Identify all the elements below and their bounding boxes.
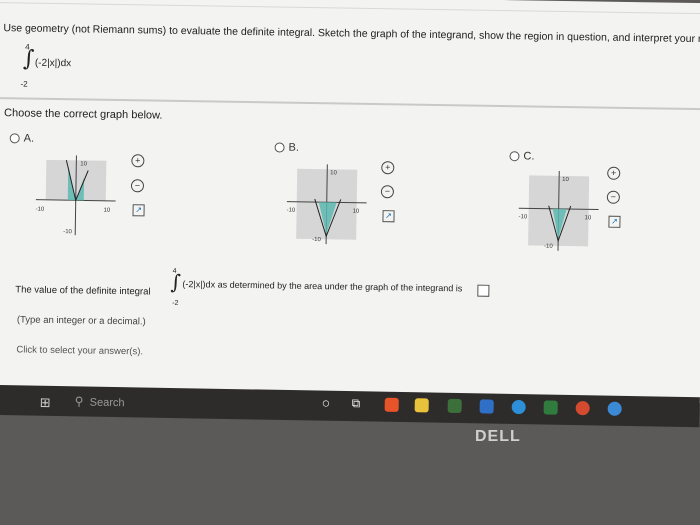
graph-option-c: 10 -10 10 -10 xyxy=(518,170,599,251)
option-a-label: A. xyxy=(23,132,35,145)
option-c-expand-icon[interactable]: ↗ xyxy=(608,215,621,228)
task-view-icon[interactable]: ⧉ xyxy=(352,396,361,411)
select-answer-note: Click to select your answer(s). xyxy=(16,344,144,358)
mail-icon[interactable] xyxy=(479,399,494,414)
option-a-radio[interactable] xyxy=(9,133,20,144)
option-b-zoom-in-icon[interactable]: + xyxy=(381,161,395,175)
option-c[interactable]: C. xyxy=(509,150,535,163)
option-c-radio[interactable] xyxy=(509,151,520,162)
graph-option-a: 10 -10 10 -10 xyxy=(36,155,116,236)
option-a-expand-icon[interactable]: ↗ xyxy=(132,204,145,217)
graph-a-xleft: -10 xyxy=(36,207,45,213)
graph-c-ytop: 10 xyxy=(562,177,569,183)
answer-input[interactable] xyxy=(477,284,490,297)
integral-lower-limit: -2 xyxy=(20,79,28,89)
answer-hint: (Type an integer or a decimal.) xyxy=(16,314,146,328)
answer-integral-integrand: (-2|x|)dx as determined by the area unde… xyxy=(182,278,463,294)
option-c-zoom-in-icon[interactable]: + xyxy=(607,166,621,180)
option-a-zoom-in-icon[interactable]: + xyxy=(131,154,145,168)
store-icon[interactable] xyxy=(447,398,462,414)
windows-start-icon[interactable]: ⊞ xyxy=(40,395,51,411)
option-b-label: B. xyxy=(288,141,300,154)
header-divider xyxy=(0,1,700,15)
graph-c-ybottom: -10 xyxy=(544,244,553,250)
cortana-icon[interactable]: ○ xyxy=(322,395,331,411)
office-icon[interactable] xyxy=(384,397,399,412)
chrome-icon[interactable] xyxy=(575,401,590,416)
option-b-radio[interactable] xyxy=(274,142,285,153)
graph-option-b: 10 -10 10 -10 xyxy=(287,164,367,245)
integral-integrand: (-2|x|)dx xyxy=(34,57,72,70)
graph-c-xleft: -10 xyxy=(518,214,527,220)
option-c-label: C. xyxy=(523,150,535,163)
dell-logo: DELL xyxy=(475,428,521,445)
graph-b-xright: 10 xyxy=(353,209,360,215)
answer-integral-sign: ∫ xyxy=(170,269,182,294)
value-prompt-before: The value of the definite integral xyxy=(15,284,151,298)
graph-a-xright: 10 xyxy=(104,208,111,214)
graph-b-ybottom: -10 xyxy=(312,237,321,243)
option-b[interactable]: B. xyxy=(274,141,300,154)
integral-sign: ∫ xyxy=(22,46,35,72)
graph-b-ytop: 10 xyxy=(330,170,337,176)
graph-a-ytop: 10 xyxy=(80,161,87,167)
edge-icon[interactable] xyxy=(511,399,526,415)
choose-label: Choose the correct graph below. xyxy=(4,107,163,122)
excel-icon[interactable] xyxy=(543,400,558,415)
value-prompt: The value of the definite integral xyxy=(15,284,150,297)
option-b-expand-icon[interactable]: ↗ xyxy=(382,210,395,223)
question-text: Use geometry (not Riemann sums) to evalu… xyxy=(3,22,700,46)
browser-screen: Use geometry (not Riemann sums) to evalu… xyxy=(0,0,700,404)
option-c-zoom-out-icon[interactable]: − xyxy=(606,190,620,204)
option-a[interactable]: A. xyxy=(9,132,35,145)
option-a-zoom-out-icon[interactable]: − xyxy=(130,179,145,193)
search-icon[interactable]: ⚲ xyxy=(75,394,84,408)
graph-b-xleft: -10 xyxy=(287,208,296,214)
value-prompt-after: as determined by the area under the grap… xyxy=(217,279,463,294)
graph-a-ybottom: -10 xyxy=(63,229,72,235)
answer-integral-lower: -2 xyxy=(172,299,179,307)
taskbar-search-input[interactable]: Search xyxy=(90,397,125,410)
option-b-zoom-out-icon[interactable]: − xyxy=(380,185,395,199)
app-icon[interactable] xyxy=(607,401,622,416)
graph-c-xright: 10 xyxy=(584,215,591,221)
file-explorer-icon[interactable] xyxy=(414,398,429,413)
